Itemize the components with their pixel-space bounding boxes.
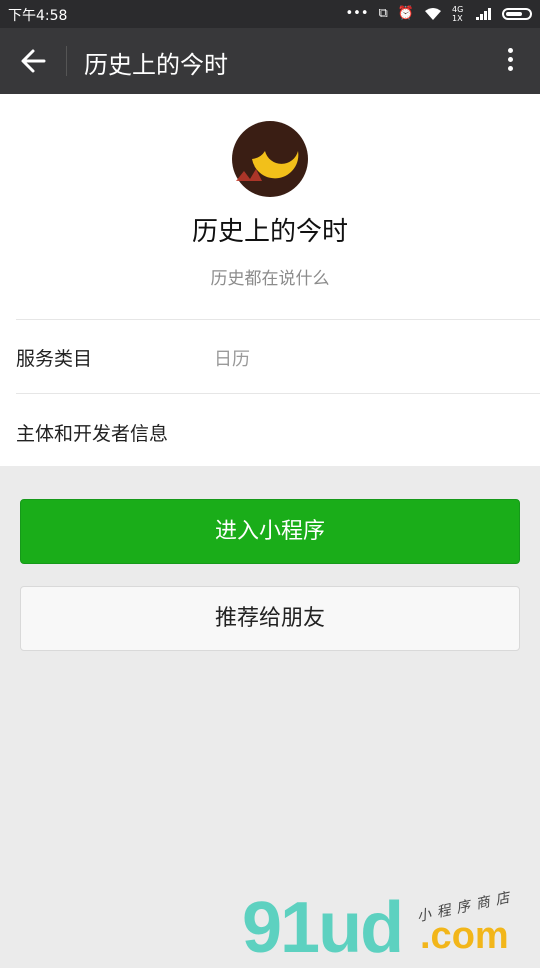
- network-type: 4G 1X: [452, 5, 464, 23]
- arrow-left-icon: [21, 49, 46, 73]
- more-dot: [507, 66, 513, 71]
- recommend-to-friend-button[interactable]: 推荐给朋友: [20, 586, 520, 651]
- status-bar: 下午4:58 ••• ⧉ ⏰ 4G 1X: [0, 0, 540, 28]
- app-avatar: [232, 121, 308, 197]
- category-value: 日历: [214, 349, 250, 370]
- page-title: 历史上的今时: [84, 51, 228, 79]
- enter-miniprogram-button[interactable]: 进入小程序: [20, 499, 520, 564]
- watermark-logo: 91ud: [242, 888, 404, 968]
- app-bar-divider: [66, 46, 67, 76]
- app-bar: 历史上的今时: [0, 28, 540, 94]
- category-label: 服务类目: [16, 348, 93, 370]
- more-dot: [507, 57, 513, 62]
- profile-card: 历史上的今时 历史都在说什么 服务类目 日历 主体和开发者信息: [0, 94, 540, 466]
- screen-rotate-icon: ⧉: [378, 6, 388, 21]
- battery-icon: [502, 8, 532, 20]
- developer-info-label[interactable]: 主体和开发者信息: [16, 419, 168, 446]
- status-time: 下午4:58: [8, 8, 68, 24]
- more-dots-icon: •••: [345, 6, 369, 21]
- status-icons: ••• ⧉ ⏰ 4G 1X: [345, 4, 532, 24]
- divider: [16, 393, 540, 394]
- more-button[interactable]: [500, 44, 520, 78]
- alarm-icon: ⏰: [397, 6, 414, 21]
- app-name: 历史上的今时: [191, 217, 348, 247]
- back-button[interactable]: [14, 42, 54, 80]
- divider: [16, 319, 540, 320]
- signal-icon: [476, 8, 491, 20]
- wifi-icon: [425, 8, 441, 20]
- app-description: 历史都在说什么: [210, 269, 330, 289]
- more-vertical-icon: [507, 48, 513, 53]
